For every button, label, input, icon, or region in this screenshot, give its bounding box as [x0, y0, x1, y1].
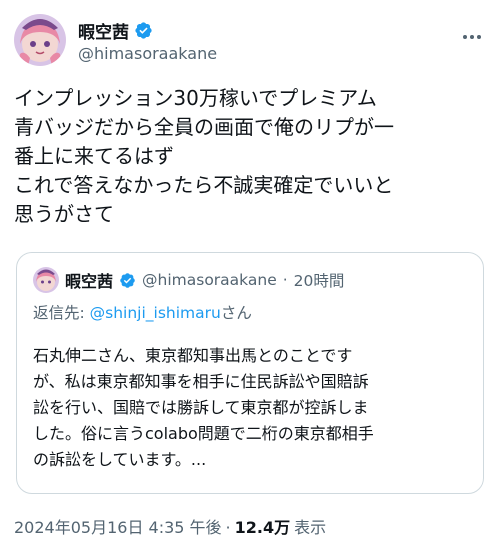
separator-dot: ·	[225, 518, 231, 537]
quoted-author-avatar	[33, 267, 59, 293]
separator-dot: ·	[282, 271, 288, 289]
quoted-tweet-text: 石丸伸二さん、東京都知事出馬とのことです が、私は東京都知事を相手に住民訴訟や国…	[33, 343, 473, 473]
tweet-meta: 2024年05月16日 4:35 午後 · 12.4万 表示	[14, 514, 326, 538]
quoted-tweet-line: の訴訟をしています。...	[33, 450, 207, 469]
quoted-tweet-header: 暇空茜 @himasoraakane · 20時間	[33, 267, 344, 293]
quoted-tweet-line: した。俗に言うcolabo問題で二桁の東京都相手	[33, 424, 374, 443]
author-handle[interactable]: @himasoraakane	[78, 44, 217, 63]
quoted-author-display-name: 暇空茜	[65, 272, 114, 291]
reply-to-line: 返信先: @shinji_ishimaruさん	[33, 301, 252, 323]
quoted-tweet-card[interactable]: 暇空茜 @himasoraakane · 20時間 返信先: @shinji_i…	[16, 252, 484, 494]
views-count: 12.4万	[234, 518, 291, 537]
tweet-line: インプレッション30万稼いでプレミアム	[14, 86, 377, 110]
views-label: 表示	[294, 518, 327, 537]
reply-to-prefix: 返信先:	[33, 304, 90, 322]
tweet-line: これで答えなかったら不誠実確定でいいと	[14, 173, 394, 197]
tweet-text: インプレッション30万稼いでプレミアム 青バッジだから全員の画面で俺のリプが一 …	[14, 84, 488, 229]
verified-badge-icon	[119, 272, 136, 289]
tweet-timestamp[interactable]: 2024年05月16日 4:35 午後	[14, 514, 222, 538]
reply-to-suffix: さん	[220, 304, 252, 322]
anime-avatar-icon	[33, 267, 59, 293]
quoted-tweet-time: 20時間	[293, 272, 345, 290]
author-display-name[interactable]: 暇空茜	[78, 18, 129, 43]
tweet-line: 青バッジだから全員の画面で俺のリプが一	[14, 115, 394, 139]
reply-to-mention: @shinji_ishimaru	[89, 304, 221, 322]
quoted-tweet-line: 訟を行い、国賠では勝訴して東京都が控訴しま	[33, 398, 369, 417]
verified-badge-icon	[134, 21, 153, 40]
quoted-tweet-line: 石丸伸二さん、東京都知事出馬とのことです	[33, 346, 353, 365]
author-name-row: 暇空茜	[78, 18, 153, 43]
tweet-line: 番上に来てるはず	[14, 144, 174, 168]
anime-avatar-icon	[14, 14, 66, 66]
author-avatar[interactable]	[14, 14, 66, 66]
quoted-tweet-line: が、私は東京都知事を相手に住民訴訟や国賠訴	[33, 372, 369, 391]
tweet-line: 思うがさて	[14, 202, 114, 226]
tweet-header: 暇空茜 @himasoraakane	[14, 12, 486, 70]
quoted-author-handle: @himasoraakane	[142, 271, 277, 289]
more-horizontal-icon[interactable]	[460, 28, 484, 46]
